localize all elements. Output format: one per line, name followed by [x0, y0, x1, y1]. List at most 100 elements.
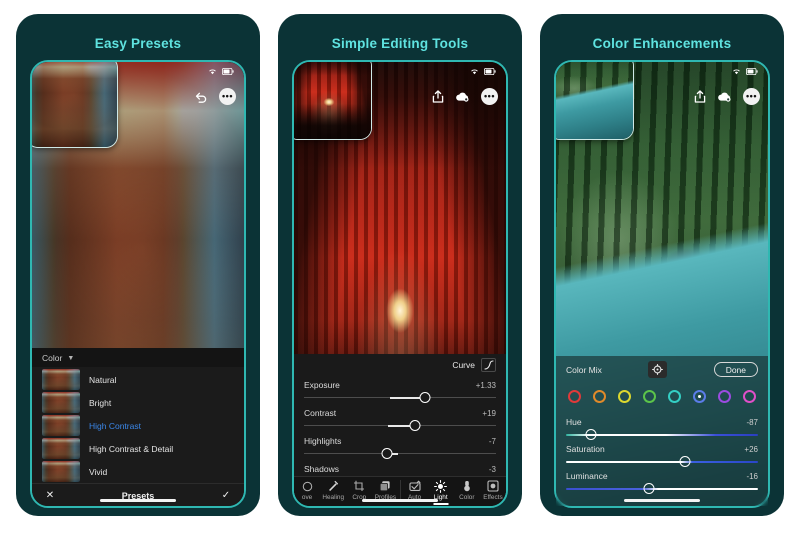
- tab-light[interactable]: Light: [428, 479, 454, 501]
- swatch-red[interactable]: [568, 390, 581, 403]
- slider-shadows[interactable]: Shadows -3: [294, 459, 506, 476]
- list-item[interactable]: Vivid: [32, 460, 244, 483]
- tab-label: Effects: [483, 494, 503, 501]
- battery-icon: [222, 68, 234, 75]
- slider-knob[interactable]: [585, 429, 597, 440]
- more-icon[interactable]: •••: [743, 88, 760, 105]
- slider-track[interactable]: [566, 429, 758, 440]
- tab-effects[interactable]: Effects: [480, 480, 506, 501]
- tab-crop[interactable]: Crop: [346, 480, 372, 501]
- tab-profiles[interactable]: Profiles: [372, 480, 398, 501]
- swatch-purple[interactable]: [718, 390, 731, 403]
- healing-icon: [327, 480, 339, 492]
- home-indicator: [362, 499, 438, 502]
- top-icon-bar[interactable]: •••: [432, 88, 498, 105]
- top-icon-bar[interactable]: •••: [195, 88, 236, 105]
- preset-group-header[interactable]: Color ▼: [32, 348, 244, 367]
- panel-title: Color Enhancements: [592, 36, 732, 51]
- slider-exposure[interactable]: Exposure +1.33: [294, 375, 506, 403]
- share-icon[interactable]: [694, 90, 706, 103]
- done-button[interactable]: Done: [713, 362, 759, 377]
- tab-color[interactable]: Color: [454, 480, 480, 501]
- wifi-icon: [733, 69, 740, 75]
- phone-frame: ••• Curve Exposure +1.33 Contrast +19 Hi…: [292, 60, 508, 508]
- feature-panel-color-enhancements: Color Enhancements ••• Color Mix Done Hu…: [540, 14, 784, 516]
- slider-label: Shadows: [304, 464, 339, 474]
- cloud-icon[interactable]: [717, 91, 732, 102]
- swatch-magenta[interactable]: [743, 390, 756, 403]
- curve-row[interactable]: Curve: [294, 354, 506, 375]
- slider-label: Luminance: [566, 471, 608, 481]
- slider-knob[interactable]: [643, 483, 655, 494]
- thumbnail-photo: [294, 62, 371, 139]
- slider-track[interactable]: [566, 456, 758, 467]
- preset-group-label: Color: [42, 353, 63, 363]
- feature-panel-simple-editing-tools: Simple Editing Tools ••• Curve Exposure …: [278, 14, 522, 516]
- slider-track[interactable]: [304, 420, 496, 431]
- list-item[interactable]: High Contrast & Detail: [32, 437, 244, 460]
- preset-thumbnail: [42, 461, 80, 482]
- list-item-selected[interactable]: High Contrast: [32, 414, 244, 437]
- battery-icon: [484, 68, 496, 75]
- slider-hue[interactable]: Hue -87: [556, 413, 768, 440]
- slider-header: Luminance -16: [566, 467, 758, 483]
- tab-auto[interactable]: Auto: [402, 480, 428, 501]
- cloud-icon[interactable]: [455, 91, 470, 102]
- color-mix-label: Color Mix: [566, 364, 602, 375]
- chevron-down-icon[interactable]: ▼: [67, 355, 74, 362]
- crop-icon: [353, 480, 365, 492]
- more-icon[interactable]: •••: [219, 88, 236, 105]
- swatch-orange[interactable]: [593, 390, 606, 403]
- tab-label: Healing: [322, 494, 345, 501]
- undo-icon[interactable]: [195, 91, 208, 103]
- more-icon[interactable]: •••: [481, 88, 498, 105]
- phone-frame: ••• Color ▼ Natural Bright High Contrast…: [30, 60, 246, 508]
- tray-footer: ✕ Presets ✓: [32, 483, 244, 506]
- phone-screen: ••• Curve Exposure +1.33 Contrast +19 Hi…: [294, 62, 506, 506]
- status-bar: [732, 68, 758, 75]
- slider-track[interactable]: [304, 392, 496, 403]
- color-swatch-row[interactable]: [556, 382, 768, 413]
- slider-value: -87: [746, 417, 758, 427]
- swatch-yellow[interactable]: [618, 390, 631, 403]
- swatch-green[interactable]: [643, 390, 656, 403]
- tab-remove[interactable]: ove: [294, 480, 320, 501]
- tab-healing[interactable]: Healing: [320, 480, 346, 501]
- before-thumbnail[interactable]: [32, 62, 118, 148]
- slider-knob[interactable]: [679, 456, 691, 467]
- curve-label: Curve: [452, 360, 475, 370]
- tone-curve-icon[interactable]: [481, 358, 496, 372]
- slider-track[interactable]: [304, 448, 496, 459]
- panel-title: Simple Editing Tools: [331, 36, 469, 51]
- status-bar: [470, 68, 496, 75]
- swatch-blue[interactable]: [693, 390, 706, 403]
- confirm-icon[interactable]: ✓: [219, 490, 233, 501]
- slider-knob[interactable]: [419, 392, 431, 403]
- preset-label: Natural: [89, 374, 117, 385]
- list-item[interactable]: Natural: [32, 368, 244, 391]
- slider-knob[interactable]: [381, 448, 393, 459]
- target-eyedropper-icon[interactable]: [648, 361, 668, 378]
- slider-saturation[interactable]: Saturation +26: [556, 440, 768, 467]
- slider-header: Shadows -3: [304, 459, 496, 476]
- before-thumbnail[interactable]: [556, 62, 634, 140]
- slider-knob[interactable]: [409, 420, 421, 431]
- slider-track[interactable]: [566, 483, 758, 494]
- list-item[interactable]: Bright: [32, 391, 244, 414]
- preset-thumbnail: [42, 438, 80, 459]
- close-icon[interactable]: ✕: [43, 490, 57, 501]
- slider-label: Exposure: [304, 380, 340, 390]
- thumbnail-photo: [32, 62, 117, 147]
- profiles-icon: [379, 480, 391, 492]
- share-icon[interactable]: [432, 90, 444, 103]
- slider-label: Hue: [566, 417, 582, 427]
- wifi-icon: [471, 69, 478, 75]
- preset-label: High Contrast & Detail: [89, 443, 174, 454]
- before-thumbnail[interactable]: [294, 62, 372, 140]
- slider-highlights[interactable]: Highlights -7: [294, 431, 506, 459]
- slider-contrast[interactable]: Contrast +19: [294, 403, 506, 431]
- swatch-aqua[interactable]: [668, 390, 681, 403]
- color-icon: [461, 480, 473, 492]
- color-mix-header: Color Mix Done: [556, 356, 768, 382]
- top-icon-bar[interactable]: •••: [694, 88, 760, 105]
